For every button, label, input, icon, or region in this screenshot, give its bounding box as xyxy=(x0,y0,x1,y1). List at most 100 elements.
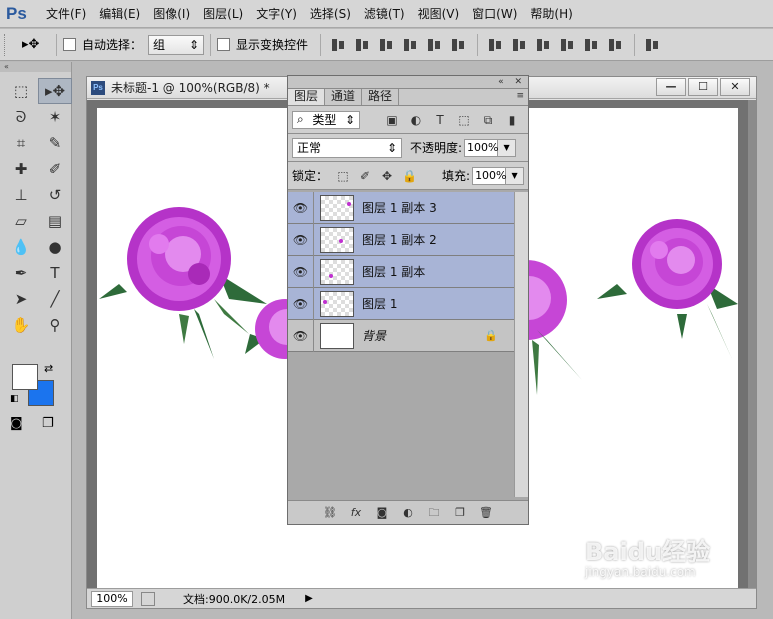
align-vcenter-icon[interactable] xyxy=(354,37,372,53)
opacity-field[interactable]: 100% xyxy=(464,138,499,157)
pen-tool-icon[interactable]: ✒ xyxy=(4,260,38,286)
distribute-bottom-icon[interactable] xyxy=(535,37,553,53)
distribute-right-icon[interactable] xyxy=(607,37,625,53)
options-grip[interactable] xyxy=(4,33,8,56)
move-tool-icon[interactable]: ▸✥ xyxy=(38,78,72,104)
menu-file[interactable]: 文件(F) xyxy=(46,5,86,22)
filter-smart-object-icon[interactable]: ⧉ xyxy=(480,113,496,127)
filter-type-icon[interactable]: T xyxy=(432,113,448,127)
visibility-eye-icon[interactable]: 👁 xyxy=(288,191,314,224)
hand-tool-icon[interactable]: ✋ xyxy=(4,312,38,338)
visibility-eye-icon[interactable]: 👁 xyxy=(288,319,314,352)
add-mask-icon[interactable]: ◙ xyxy=(374,506,390,520)
visibility-eye-icon[interactable]: 👁 xyxy=(288,287,314,320)
close-button[interactable]: ✕ xyxy=(720,78,750,96)
quick-mask-icon[interactable]: ◙ xyxy=(10,416,23,431)
filter-shape-icon[interactable]: ⬚ xyxy=(456,113,472,127)
maximize-button[interactable]: ☐ xyxy=(688,78,718,96)
distribute-left-icon[interactable] xyxy=(559,37,577,53)
lasso-tool-icon[interactable]: ᘐ xyxy=(4,104,38,130)
distribute-hcenter-icon[interactable] xyxy=(583,37,601,53)
lock-transparent-icon[interactable]: ⬚ xyxy=(336,169,350,183)
eyedropper-tool-icon[interactable]: ✎ xyxy=(38,130,72,156)
align-top-icon[interactable] xyxy=(330,37,348,53)
lock-image-icon[interactable]: ✐ xyxy=(358,169,372,183)
lock-position-icon[interactable]: ✥ xyxy=(380,169,394,183)
align-bottom-icon[interactable] xyxy=(378,37,396,53)
zoom-level-field[interactable]: 100% xyxy=(91,590,133,607)
default-colors-icon[interactable]: ◧ xyxy=(10,394,19,404)
visibility-eye-icon[interactable]: 👁 xyxy=(288,255,314,288)
healing-brush-tool-icon[interactable]: ✚ xyxy=(4,156,38,182)
filter-adjustment-icon[interactable]: ◐ xyxy=(408,113,424,127)
menu-type[interactable]: 文字(Y) xyxy=(256,5,297,22)
menu-layer[interactable]: 图层(L) xyxy=(203,5,243,22)
magic-wand-tool-icon[interactable]: ✶ xyxy=(38,104,72,130)
layer-filter-dropdown[interactable]: ⌕ 类型 ⇕ xyxy=(292,110,360,129)
show-transform-checkbox[interactable] xyxy=(217,38,231,51)
layer-row[interactable]: 👁 图层 1 副本 xyxy=(288,255,514,288)
eraser-tool-icon[interactable]: ▱ xyxy=(4,208,38,234)
crop-tool-icon[interactable]: ⌗ xyxy=(4,130,38,156)
layer-row[interactable]: 👁 背景 🔒 xyxy=(288,319,514,352)
auto-select-checkbox[interactable] xyxy=(63,38,76,51)
layer-style-icon[interactable]: fx xyxy=(348,506,364,520)
layer-row[interactable]: 👁 图层 1 副本 3 xyxy=(288,191,514,224)
swap-colors-icon[interactable]: ⇄ xyxy=(44,362,53,375)
panel-close-icon[interactable]: ✕ xyxy=(514,77,522,87)
path-selection-tool-icon[interactable]: ➤ xyxy=(4,286,38,312)
brush-tool-icon[interactable]: ✐ xyxy=(38,156,72,182)
panel-menu-icon[interactable]: ≡ xyxy=(516,91,524,101)
layer-row[interactable]: 👁 图层 1 xyxy=(288,287,514,320)
distribute-top-icon[interactable] xyxy=(487,37,505,53)
auto-align-icon[interactable] xyxy=(644,37,662,53)
minimize-button[interactable]: — xyxy=(656,78,686,96)
menu-window[interactable]: 窗口(W) xyxy=(472,5,517,22)
new-group-icon[interactable]: 🗀 xyxy=(426,506,442,520)
align-left-icon[interactable] xyxy=(402,37,420,53)
foreground-color-swatch[interactable] xyxy=(12,364,38,390)
filter-toggle-icon[interactable]: ▮ xyxy=(504,113,520,127)
status-export-icon[interactable] xyxy=(141,591,155,606)
layers-scrollbar[interactable] xyxy=(514,192,528,497)
gradient-tool-icon[interactable]: ▤ xyxy=(38,208,72,234)
auto-select-dropdown[interactable]: 组 ⇕ xyxy=(148,34,205,55)
distribute-vcenter-icon[interactable] xyxy=(511,37,529,53)
menu-help[interactable]: 帮助(H) xyxy=(530,5,572,22)
fill-field[interactable]: 100% xyxy=(472,166,507,185)
menu-select[interactable]: 选择(S) xyxy=(310,5,351,22)
tab-layers[interactable]: 图层 xyxy=(288,89,326,105)
adjustment-layer-icon[interactable]: ◐ xyxy=(400,506,416,520)
marquee-tool-icon[interactable]: ⬚ xyxy=(4,78,38,104)
visibility-eye-icon[interactable]: 👁 xyxy=(288,223,314,256)
vertical-scrollbar[interactable] xyxy=(748,100,756,589)
layer-row[interactable]: 👁 图层 1 副本 2 xyxy=(288,223,514,256)
blur-tool-icon[interactable]: 💧 xyxy=(4,234,38,260)
zoom-tool-icon[interactable]: ⚲ xyxy=(38,312,72,338)
menu-filter[interactable]: 滤镜(T) xyxy=(364,5,405,22)
align-right-icon[interactable] xyxy=(450,37,468,53)
lock-all-icon[interactable]: 🔒 xyxy=(402,169,417,183)
new-layer-icon[interactable]: ❐ xyxy=(452,506,468,520)
status-menu-arrow-icon[interactable]: ▶ xyxy=(305,593,313,604)
tools-panel-collapse[interactable]: « xyxy=(0,62,71,72)
dodge-tool-icon[interactable]: ● xyxy=(38,234,72,260)
history-brush-tool-icon[interactable]: ↺ xyxy=(38,182,72,208)
fill-slider-toggle[interactable]: ▼ xyxy=(506,166,525,185)
blend-mode-dropdown[interactable]: 正常 ⇕ xyxy=(292,137,402,158)
link-layers-icon[interactable]: ⛓ xyxy=(322,506,338,520)
screen-mode-icon[interactable]: ❐ xyxy=(42,416,54,431)
menu-view[interactable]: 视图(V) xyxy=(418,5,460,22)
menu-image[interactable]: 图像(I) xyxy=(153,5,190,22)
panel-collapse-icon[interactable]: « xyxy=(498,77,504,87)
delete-layer-icon[interactable]: 🗑 xyxy=(478,506,494,520)
clone-stamp-tool-icon[interactable]: ⊥ xyxy=(4,182,38,208)
move-tool-preset-icon[interactable]: ▸✥ xyxy=(22,35,50,55)
align-hcenter-icon[interactable] xyxy=(426,37,444,53)
filter-pixel-icon[interactable]: ▣ xyxy=(384,113,400,127)
tab-channels[interactable]: 通道 xyxy=(325,89,363,105)
opacity-slider-toggle[interactable]: ▼ xyxy=(498,138,517,157)
tab-paths[interactable]: 路径 xyxy=(362,89,400,105)
type-tool-icon[interactable]: T xyxy=(38,260,72,286)
line-tool-icon[interactable]: ╱ xyxy=(38,286,72,312)
